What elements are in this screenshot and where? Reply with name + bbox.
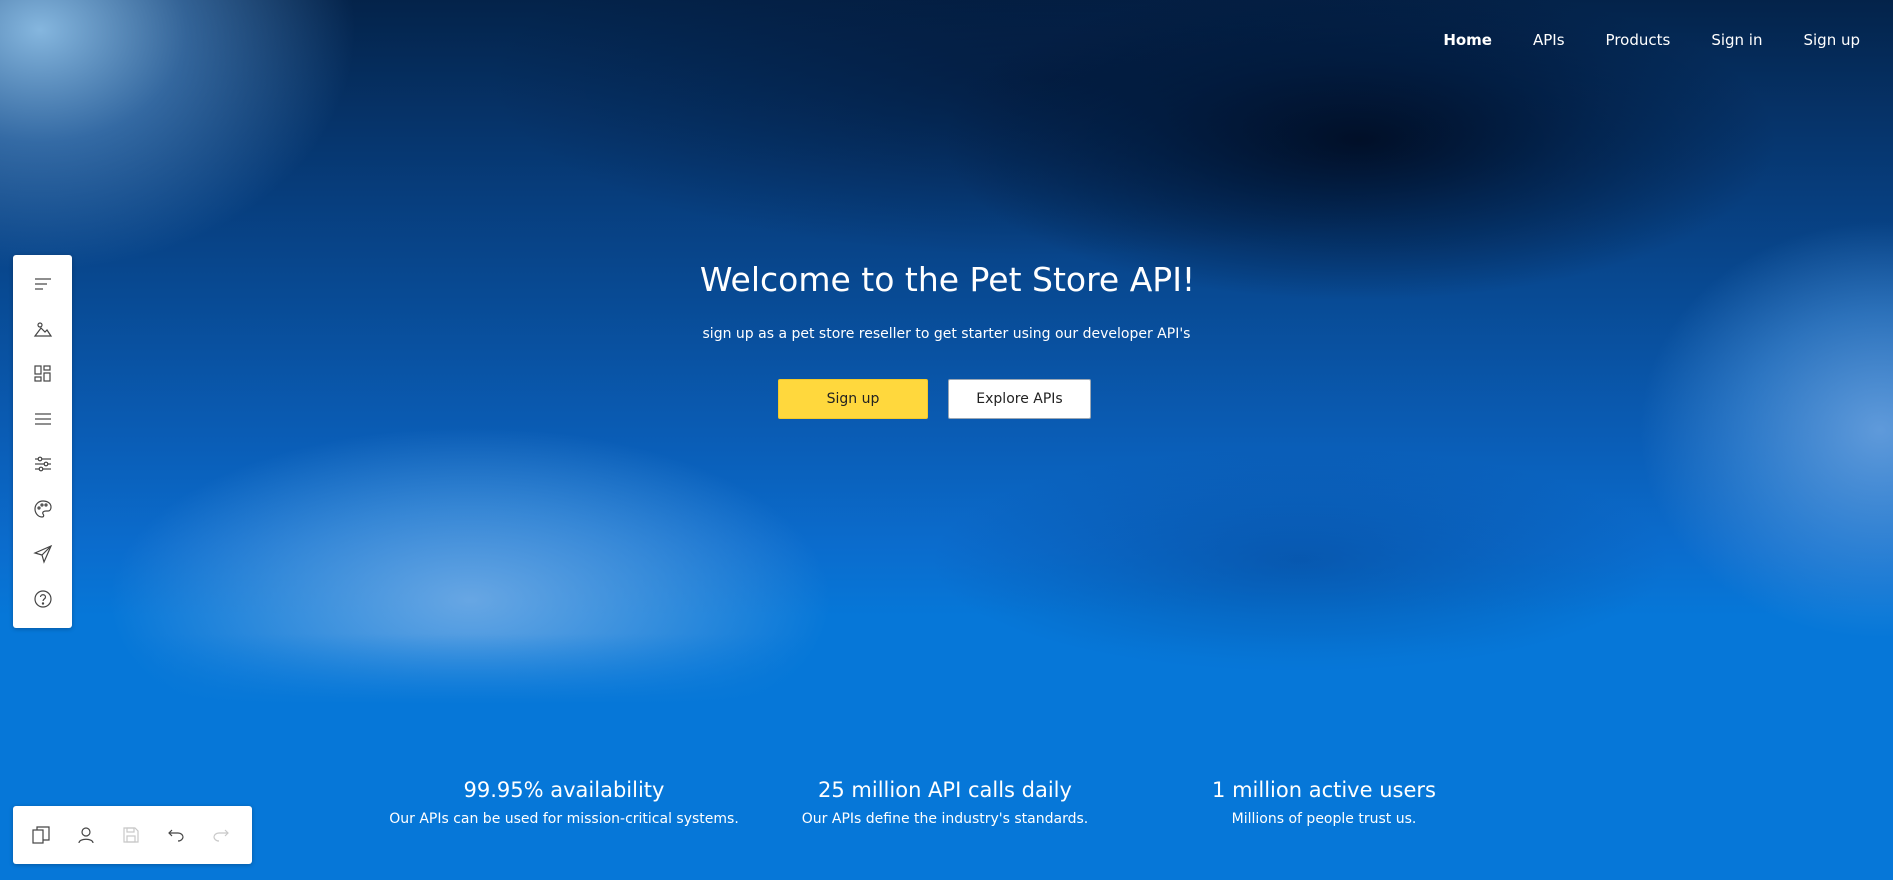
- help-icon[interactable]: [13, 581, 72, 617]
- stat-api-calls: 25 million API calls daily Our APIs defi…: [735, 775, 1155, 829]
- stat-headline: 25 million API calls daily: [818, 778, 1072, 802]
- stat-headline: 1 million active users: [1212, 778, 1436, 802]
- hero-background: [0, 0, 1893, 880]
- stat-caption: Millions of people trust us.: [1231, 811, 1417, 827]
- hero-subtitle: sign up as a pet store reseller to get s…: [702, 326, 1191, 342]
- layout-icon[interactable]: [13, 356, 72, 392]
- hero-section: Welcome to the Pet Store API! sign up as…: [0, 258, 1893, 344]
- explore-apis-button[interactable]: Explore APIs: [948, 379, 1091, 419]
- top-navigation: Home APIs Products Sign in Sign up: [1402, 26, 1860, 54]
- stat-caption: Our APIs can be used for mission-critica…: [389, 811, 739, 827]
- sign-up-button[interactable]: Sign up: [778, 379, 928, 419]
- stat-active-users: 1 million active users Millions of peopl…: [1114, 775, 1534, 829]
- palette-icon[interactable]: [13, 491, 72, 527]
- nav-sign-up[interactable]: Sign up: [1803, 26, 1860, 54]
- undo-icon[interactable]: [158, 817, 194, 853]
- redo-icon[interactable]: [203, 817, 239, 853]
- text-icon[interactable]: [13, 266, 72, 302]
- save-icon[interactable]: [113, 817, 149, 853]
- user-icon[interactable]: [68, 817, 104, 853]
- nav-sign-in[interactable]: Sign in: [1711, 26, 1762, 54]
- hero-title: Welcome to the Pet Store API!: [699, 260, 1196, 299]
- hero-buttons: Sign up Explore APIs: [778, 379, 1091, 419]
- menu-icon[interactable]: [13, 401, 72, 437]
- send-icon[interactable]: [13, 536, 72, 572]
- stat-availability: 99.95% availability Our APIs can be used…: [354, 775, 774, 829]
- stat-caption: Our APIs define the industry's standards…: [801, 811, 1089, 827]
- editor-bottom-toolbar: [13, 806, 252, 864]
- nav-apis[interactable]: APIs: [1533, 26, 1565, 54]
- nav-products[interactable]: Products: [1606, 26, 1671, 54]
- stat-headline: 99.95% availability: [463, 778, 665, 802]
- nav-home[interactable]: Home: [1443, 26, 1492, 54]
- sliders-icon[interactable]: [13, 446, 72, 482]
- pages-icon[interactable]: [23, 817, 59, 853]
- editor-side-toolbar: [13, 255, 72, 628]
- image-icon[interactable]: [13, 311, 72, 347]
